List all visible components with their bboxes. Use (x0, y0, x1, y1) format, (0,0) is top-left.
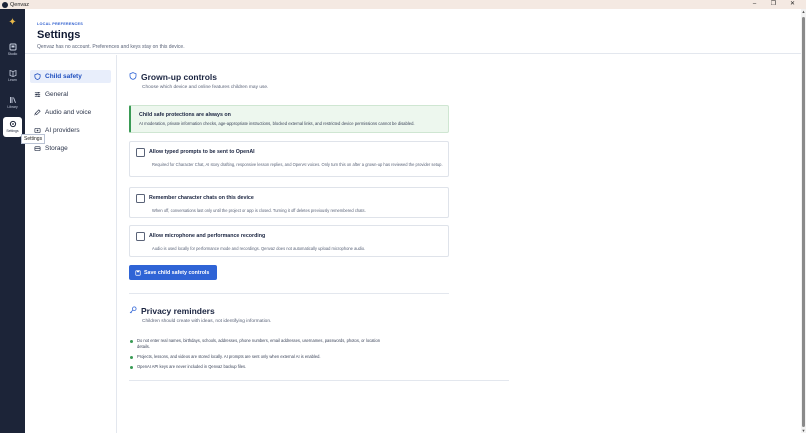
rail-item-settings[interactable]: Settings (3, 117, 22, 137)
option-microphone: Allow microphone and performance recordi… (129, 225, 449, 257)
bullet-text: Projects, lessons, and videos are stored… (137, 354, 321, 359)
nav-label-child-safety: Child safety (45, 73, 82, 80)
bullet-dot (130, 340, 133, 343)
option-title: Allow microphone and performance recordi… (149, 233, 266, 239)
option-openai-prompts: Allow typed prompts to be sent to OpenAI… (129, 141, 449, 177)
list-item: OpenAI API keys are never included in Qe… (130, 364, 390, 370)
grownup-title: Grown-up controls (141, 72, 218, 82)
sliders-icon (33, 91, 42, 98)
option-title: Allow typed prompts to be sent to OpenAI (149, 149, 255, 155)
page-title: Settings (37, 29, 81, 41)
app-icon (2, 1, 8, 8)
logo-icon: ✦ (8, 17, 17, 28)
app-rail: ✦ Studio Learn Library Settings (0, 9, 25, 433)
nav-label-general: General (45, 91, 69, 98)
bullet-text: OpenAI API keys are never included in Qe… (137, 364, 247, 369)
option-description: Required for Character Chat, AI story dr… (152, 162, 443, 167)
option-title: Remember character chats on this device (149, 195, 254, 201)
nav-item-ai-providers[interactable]: AI providers (30, 124, 111, 137)
book-icon (9, 69, 16, 77)
save-icon (135, 269, 141, 276)
nav-item-storage[interactable]: Storage (30, 142, 111, 155)
rail-item-learn[interactable]: Learn (3, 66, 22, 86)
rail-label-library: Library (7, 105, 18, 109)
page-header: LOCAL PREFERENCES Settings Qenvaz has no… (25, 9, 801, 54)
nav-label-ai-providers: AI providers (45, 127, 80, 134)
list-item: Projects, lessons, and videos are stored… (130, 354, 390, 360)
privacy-subtitle: Children should create with ideas, not i… (142, 319, 272, 324)
window-titlebar: Qenvaz – ❐ ✕ (0, 0, 806, 9)
close-button[interactable]: ✕ (783, 0, 802, 9)
microphone-icon (33, 109, 42, 116)
rail-item-studio[interactable]: Studio (3, 40, 22, 60)
vertical-scrollbar[interactable]: ▲ ▼ (801, 9, 806, 433)
scroll-down-icon[interactable]: ▼ (801, 428, 806, 433)
openai-prompts-checkbox[interactable] (136, 148, 145, 157)
page-eyebrow: LOCAL PREFERENCES (37, 22, 83, 26)
privacy-title: Privacy reminders (141, 306, 215, 316)
minimize-button[interactable]: – (745, 0, 764, 9)
notice-body: AI moderation, private information check… (139, 121, 415, 126)
bullet-dot (130, 366, 133, 369)
storage-icon (33, 145, 42, 152)
scroll-up-icon[interactable]: ▲ (801, 9, 806, 14)
bullet-dot (130, 356, 133, 359)
privacy-heading: Privacy reminders (129, 306, 215, 316)
studio-icon (9, 43, 16, 51)
grownup-heading: Grown-up controls (129, 72, 217, 82)
nav-item-child-safety[interactable]: Child safety (30, 70, 111, 83)
key-icon (129, 306, 137, 314)
scrollbar-thumb[interactable] (802, 17, 805, 427)
save-child-safety-button[interactable]: Save child safety controls (129, 265, 217, 280)
maximize-button[interactable]: ❐ (764, 0, 783, 9)
nav-item-audio-voice[interactable]: Audio and voice (30, 106, 111, 119)
nav-item-general[interactable]: General (30, 88, 111, 101)
page-subtitle: Qenvaz has no account. Preferences and k… (37, 44, 185, 50)
section-divider (129, 293, 449, 294)
window-title: Qenvaz (10, 1, 29, 8)
rail-label-learn: Learn (8, 78, 17, 82)
shield-icon (33, 73, 42, 80)
library-icon (9, 97, 16, 103)
option-description: When off, conversations last only until … (152, 208, 366, 213)
section-divider (129, 380, 509, 381)
rail-label-settings: Settings (6, 129, 19, 133)
grownup-subtitle: Choose which device and online features … (142, 85, 269, 90)
privacy-list: Do not enter real names, birthdays, scho… (130, 338, 390, 374)
option-description: Audio is used locally for performance mo… (152, 246, 366, 251)
safety-notice: Child safe protections are always on AI … (129, 105, 449, 133)
rail-label-studio: Studio (7, 52, 18, 56)
remember-chats-checkbox[interactable] (136, 194, 145, 203)
provider-icon (33, 127, 42, 134)
nav-label-storage: Storage (45, 145, 68, 152)
list-item: Do not enter real names, birthdays, scho… (130, 338, 390, 350)
gear-icon (9, 120, 16, 128)
bullet-text: Do not enter real names, birthdays, scho… (137, 338, 381, 349)
settings-content: Grown-up controls Choose which device an… (118, 55, 801, 433)
rail-item-library[interactable]: Library (3, 93, 22, 113)
settings-nav: Child safety General Audio and voice AI … (25, 55, 117, 433)
shield-icon (129, 72, 137, 80)
notice-title: Child safe protections are always on (139, 112, 231, 118)
option-remember-chats: Remember character chats on this device … (129, 187, 449, 218)
save-button-label: Save child safety controls (144, 269, 210, 276)
microphone-checkbox[interactable] (136, 232, 145, 241)
nav-label-audio-voice: Audio and voice (45, 109, 92, 116)
